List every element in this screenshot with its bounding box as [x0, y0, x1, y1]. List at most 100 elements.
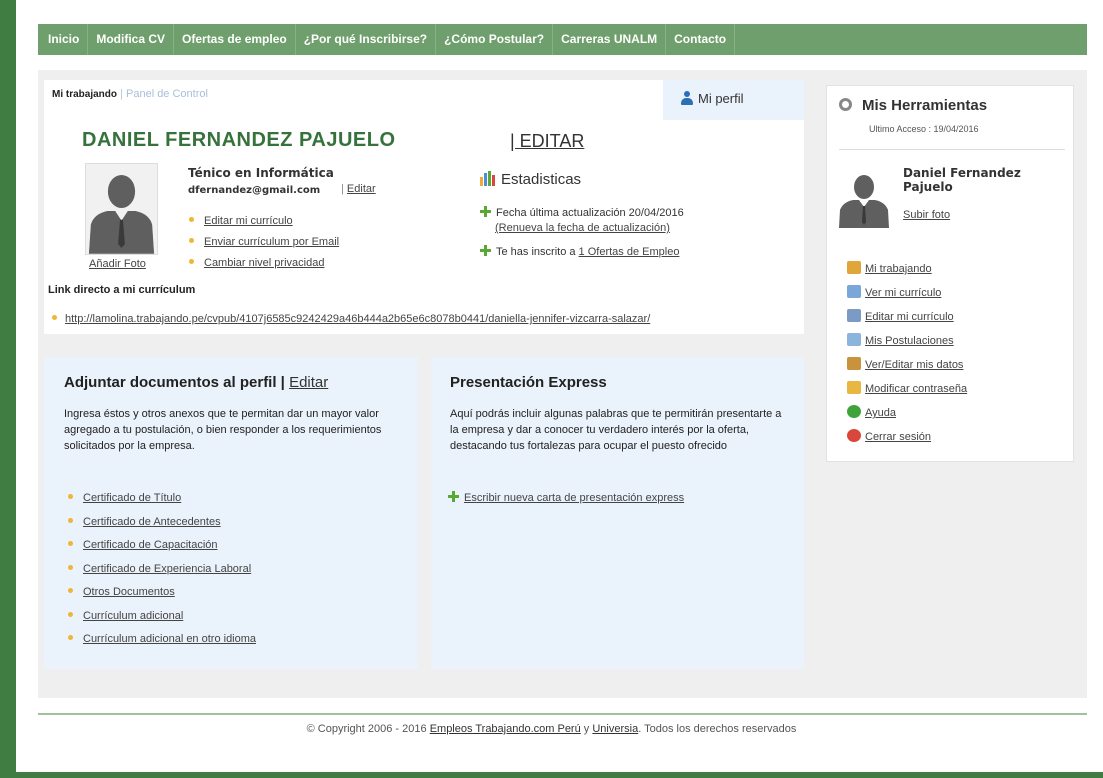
profile-avatar[interactable]: [85, 163, 158, 255]
tools-contrasena-link[interactable]: Modificar contraseña: [865, 383, 967, 395]
direct-link-label: Link directo a mi currículum: [48, 284, 196, 296]
tools-menu: Mi trabajando Ver mi currículo Editar mi…: [847, 257, 967, 449]
nav-inicio[interactable]: Inicio: [40, 24, 89, 55]
doc-titulo-link[interactable]: Certificado de Título: [83, 492, 181, 504]
mi-perfil-text: Mi perfil: [698, 91, 744, 106]
avatar-silhouette-icon: [839, 175, 889, 228]
renew-date-link[interactable]: (Renueva la fecha de actualización): [495, 222, 670, 234]
nav-contacto[interactable]: Contacto: [666, 24, 736, 55]
bottom-frame-border: [0, 772, 1103, 778]
doc-experiencia-link[interactable]: Certificado de Experiencia Laboral: [83, 563, 251, 575]
email-edit-link[interactable]: Editar: [347, 183, 376, 195]
doc-cv-adicional-link[interactable]: Currículum adicional: [83, 610, 183, 622]
breadcrumb-separator: |: [117, 88, 126, 100]
upload-photo-link[interactable]: Subir foto: [903, 209, 950, 221]
stats-title-text: Estadisticas: [501, 171, 582, 188]
profile-edit-link[interactable]: | EDITAR: [510, 131, 584, 152]
help-icon: [847, 405, 861, 418]
express-new-letter: Escribir nueva carta de presentación exp…: [448, 491, 684, 504]
tools-mis-datos-link[interactable]: Ver/Editar mis datos: [865, 359, 963, 371]
tools-ayuda-link[interactable]: Ayuda: [865, 407, 896, 419]
attach-documents-desc: Ingresa éstos y otros anexos que te perm…: [64, 408, 382, 452]
list-item: Certificado de Capacitación: [68, 534, 256, 558]
footer: © Copyright 2006 - 2016 Empleos Trabajan…: [0, 723, 1103, 735]
left-frame-border: [0, 0, 16, 778]
bullet-icon: [189, 259, 194, 264]
profile-action-item: Editar mi currículo: [189, 211, 339, 232]
new-letter-link[interactable]: Escribir nueva carta de presentación exp…: [464, 492, 684, 504]
bullet-icon: [68, 541, 73, 546]
attach-documents-title: Adjuntar documentos al perfil | Editar: [64, 374, 328, 391]
applied-offers-link[interactable]: 1 Ofertas de Empleo: [579, 246, 680, 258]
doc-cv-idioma-link[interactable]: Currículum adicional en otro idioma: [83, 633, 256, 645]
bullet-icon: [68, 611, 73, 617]
direct-link-url[interactable]: http://lamolina.trabajando.pe/cvpub/4107…: [65, 313, 650, 325]
express-presentation-panel: Presentación Express Aquí podrás incluir…: [431, 357, 804, 669]
profile-title: Ténico en Informática: [188, 166, 334, 180]
doc-otros-link[interactable]: Otros Documentos: [83, 586, 175, 598]
profile-action-item: Enviar currículum por Email: [189, 232, 339, 253]
nav-ofertas-empleo[interactable]: Ofertas de empleo: [174, 24, 296, 55]
key-icon: [847, 381, 861, 394]
tools-title-text: Mis Herramientas: [862, 97, 988, 114]
footer-trabajando-link[interactable]: Empleos Trabajando.com Perú: [430, 723, 581, 735]
plus-icon: [480, 245, 491, 256]
nav-carreras-unalm[interactable]: Carreras UNALM: [553, 24, 667, 55]
nav-como-postular[interactable]: ¿Cómo Postular?: [436, 24, 554, 55]
last-access: Ultimo Acceso : 19/04/2016: [869, 124, 979, 134]
edit-cv-link[interactable]: Editar mi currículo: [204, 215, 293, 227]
footer-rights: . Todos los derechos reservados: [638, 723, 797, 735]
nav-por-que-inscribirse[interactable]: ¿Por qué Inscribirse?: [296, 24, 437, 55]
tools-item: Mis Postulaciones: [847, 329, 967, 353]
footer-universia-link[interactable]: Universia: [592, 723, 638, 735]
attach-documents-edit-link[interactable]: Editar: [289, 374, 328, 391]
direct-link: http://lamolina.trabajando.pe/cvpub/4107…: [52, 313, 650, 325]
tools-item: Modificar contraseña: [847, 377, 967, 401]
document-icon: [847, 285, 861, 298]
add-photo-link[interactable]: Añadir Foto: [89, 258, 146, 270]
edit-document-icon: [847, 309, 861, 322]
email-edit: | Editar: [341, 183, 376, 195]
nav-modifica-cv[interactable]: Modifica CV: [88, 24, 175, 55]
stats-title: Estadisticas: [480, 171, 581, 188]
list-item: Certificado de Experiencia Laboral: [68, 558, 256, 582]
bar-chart-icon: [480, 171, 495, 186]
tools-avatar: [837, 170, 891, 228]
tools-editar-cv-link[interactable]: Editar mi currículo: [865, 311, 954, 323]
right-frame-border: [1092, 0, 1103, 778]
breadcrumb-panel-control[interactable]: Panel de Control: [126, 88, 208, 100]
divider: [839, 149, 1065, 150]
tools-item: Ayuda: [847, 401, 967, 425]
tools-mi-trabajando-link[interactable]: Mi trabajando: [865, 263, 932, 275]
stat-last-update: Fecha última actualización 20/04/2016 (R…: [480, 206, 684, 236]
tools-title: Mis Herramientas: [839, 97, 987, 114]
send-cv-email-link[interactable]: Enviar currículum por Email: [204, 236, 339, 248]
main-nav: Inicio Modifica CV Ofertas de empleo ¿Po…: [38, 24, 1087, 55]
mi-perfil-label[interactable]: Mi perfil: [681, 91, 744, 106]
profile-edit-text[interactable]: | EDITAR: [510, 131, 584, 151]
doc-antecedentes-link[interactable]: Certificado de Antecedentes: [83, 516, 221, 528]
footer-and: y: [580, 723, 593, 735]
gear-icon: [839, 98, 852, 111]
bullet-icon: [189, 238, 194, 243]
privacy-level-link[interactable]: Cambiar nivel privacidad: [204, 257, 324, 269]
tools-postulaciones-link[interactable]: Mis Postulaciones: [865, 335, 954, 347]
user-data-icon: [847, 357, 861, 370]
person-icon: [681, 91, 693, 105]
bullet-icon: [189, 217, 194, 222]
bullet-icon: [68, 517, 73, 523]
profile-email: dfernandez@gmail.com: [188, 185, 321, 196]
breadcrumb: Mi trabajando | Panel de Control: [52, 88, 208, 100]
bullet-icon: [68, 635, 73, 640]
tools-cerrar-sesion-link[interactable]: Cerrar sesión: [865, 431, 931, 443]
attach-documents-title-text: Adjuntar documentos al perfil |: [64, 374, 290, 391]
doc-capacitacion-link[interactable]: Certificado de Capacitación: [83, 539, 218, 551]
tools-panel: Mis Herramientas Ultimo Acceso : 19/04/2…: [826, 85, 1074, 462]
tools-ver-cv-link[interactable]: Ver mi currículo: [865, 287, 941, 299]
tools-item: Ver mi currículo: [847, 281, 967, 305]
list-item: Certificado de Antecedentes: [68, 511, 256, 535]
tools-user-name: Daniel Fernandez Pajuelo: [903, 166, 1021, 194]
attach-documents-panel: Adjuntar documentos al perfil | Editar I…: [44, 357, 418, 669]
profile-actions: Editar mi currículo Enviar currículum po…: [189, 211, 339, 274]
profile-action-item: Cambiar nivel privacidad: [189, 253, 339, 274]
